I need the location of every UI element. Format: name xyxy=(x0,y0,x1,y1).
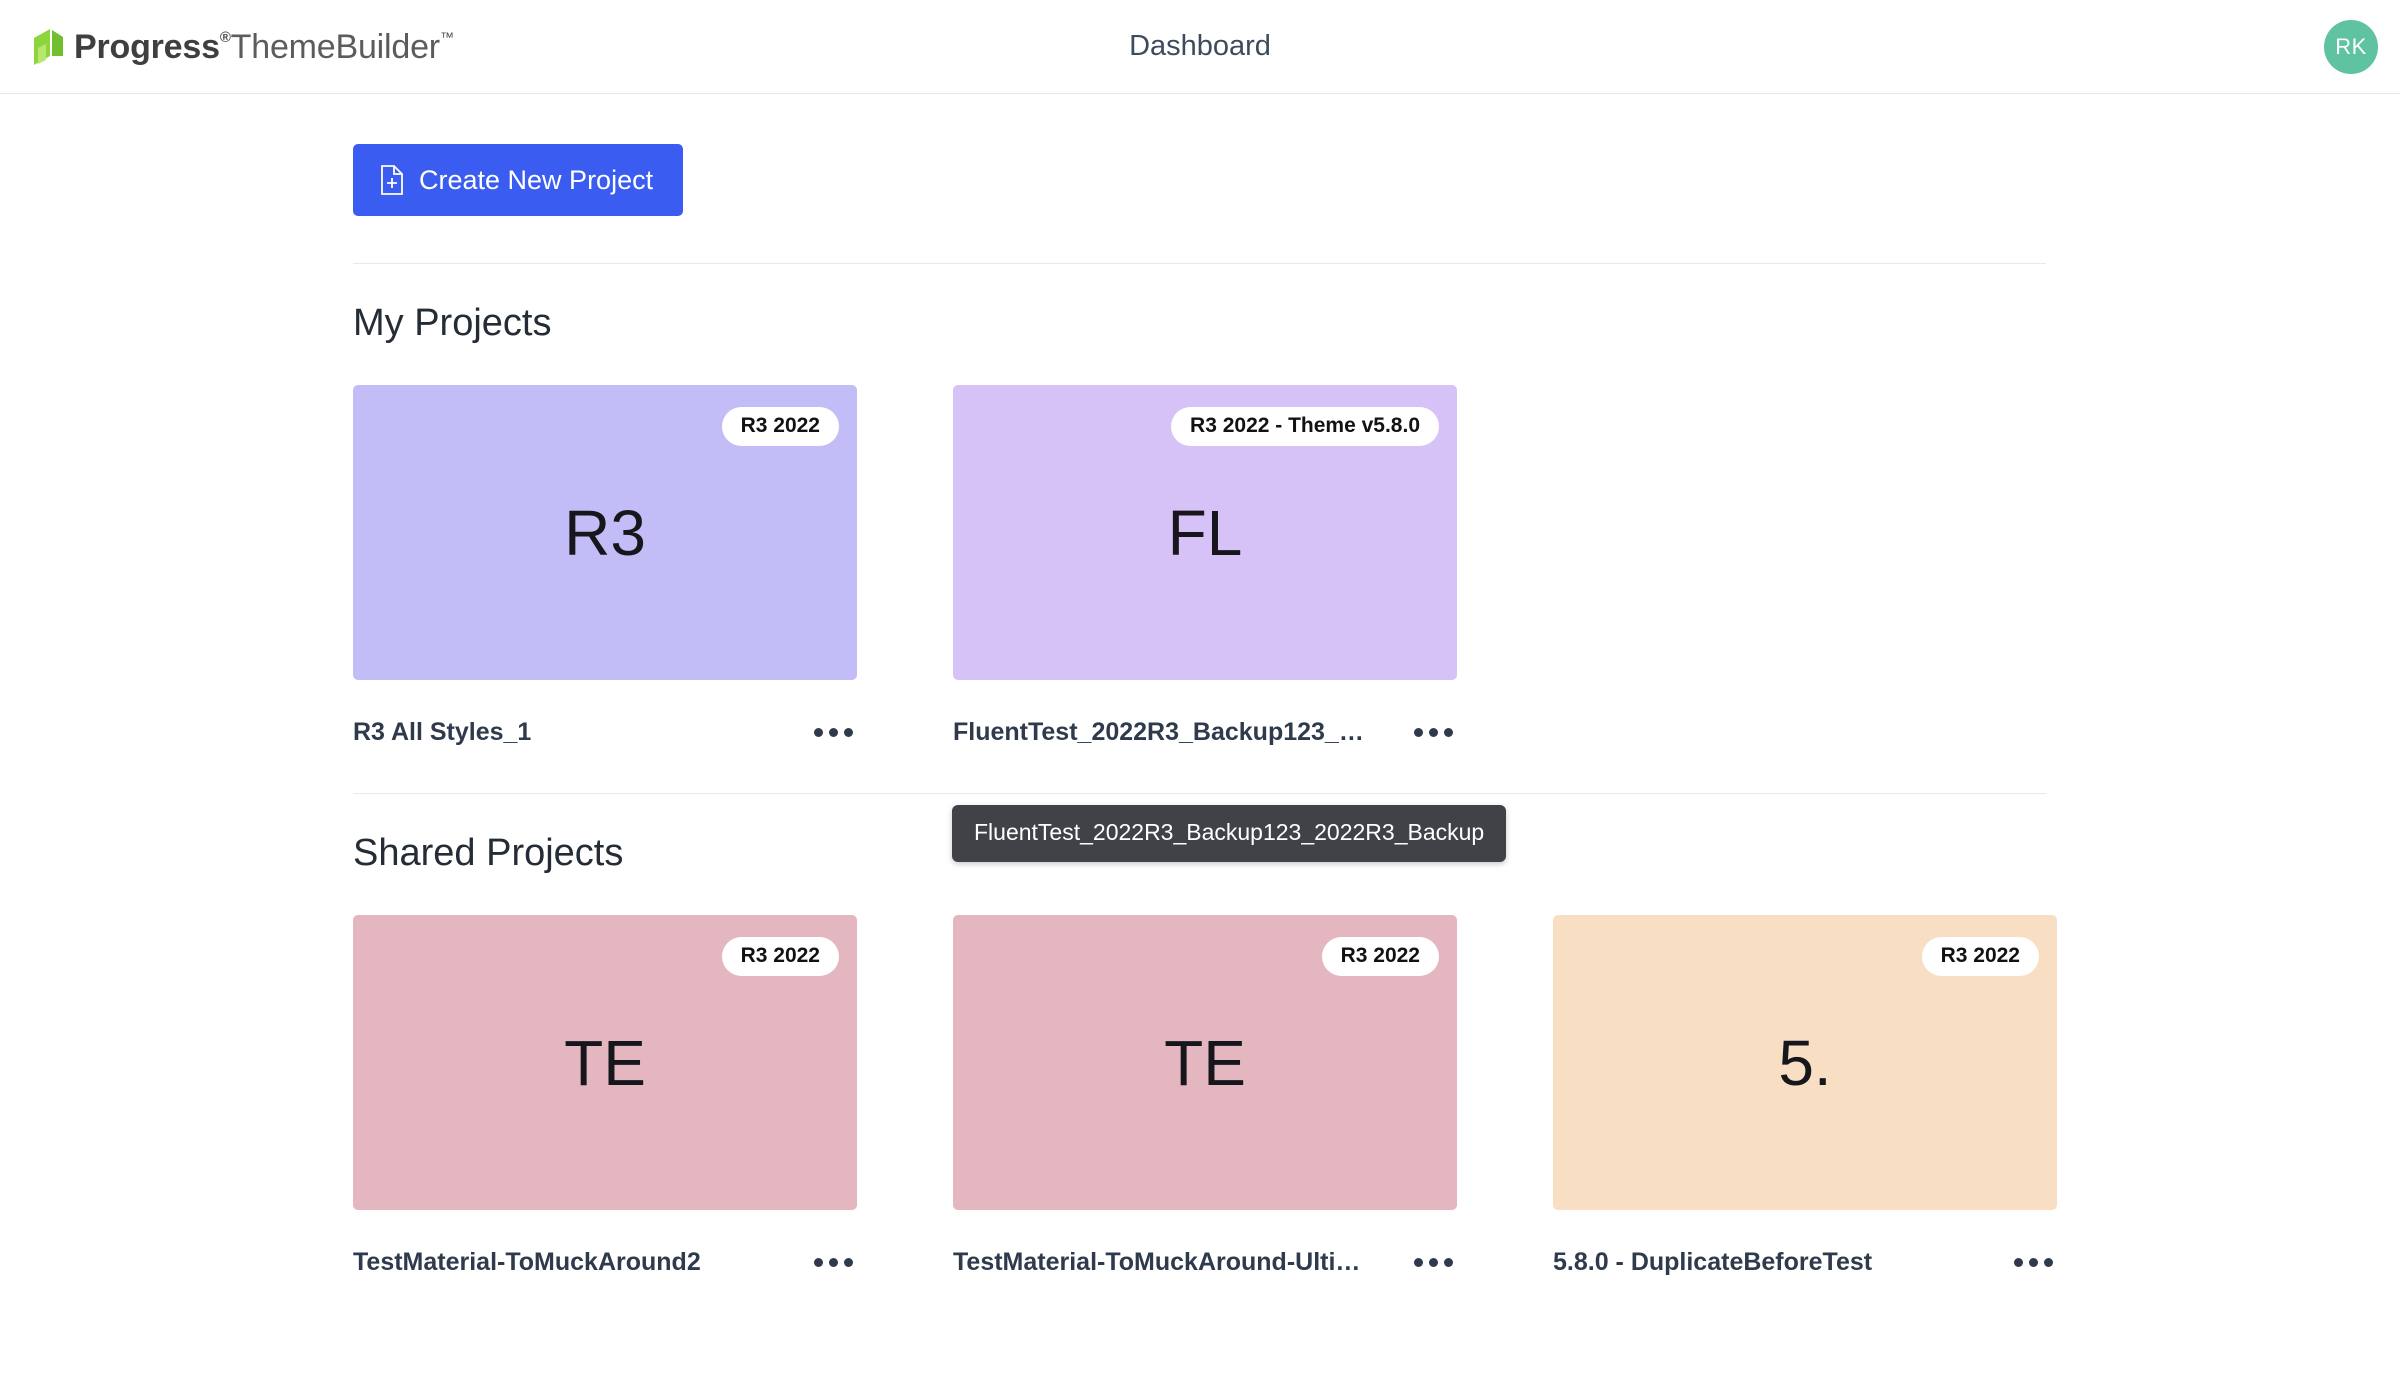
version-badge: R3 2022 - Theme v5.8.0 xyxy=(1171,407,1439,446)
divider-middle xyxy=(353,793,2046,794)
app-header: Progress®ThemeBuilder™ Dashboard RK xyxy=(0,0,2400,94)
project-card: R3 2022 TE TestMaterial-ToMuckAround2 xyxy=(353,915,857,1277)
project-thumbnail[interactable]: R3 2022 - Theme v5.8.0 FL xyxy=(953,385,1457,680)
project-more-options-button[interactable] xyxy=(810,1248,857,1277)
project-more-options-button[interactable] xyxy=(810,718,857,747)
file-plus-icon xyxy=(379,165,405,195)
version-badge: R3 2022 xyxy=(1922,937,2039,976)
brand-themebuilder-text: ThemeBuilder xyxy=(231,28,440,66)
brand-trademark-mark: ™ xyxy=(440,29,454,45)
project-more-options-button[interactable] xyxy=(2010,1248,2057,1277)
card-grid-my-projects: R3 2022 R3 R3 All Styles_1 R3 2022 - The… xyxy=(353,385,2400,747)
create-new-project-label: Create New Project xyxy=(419,165,653,196)
brand-progress-text: Progress xyxy=(74,28,220,66)
version-badge: R3 2022 xyxy=(722,937,839,976)
project-initials: 5. xyxy=(1778,1031,1831,1095)
card-grid-shared-projects: R3 2022 TE TestMaterial-ToMuckAround2 R3… xyxy=(353,915,2400,1277)
project-name: FluentTest_2022R3_Backup123_… xyxy=(953,718,1364,747)
version-badge: R3 2022 xyxy=(1322,937,1439,976)
divider-top xyxy=(353,263,2046,264)
project-name: TestMaterial-ToMuckAround2 xyxy=(353,1248,701,1277)
project-more-options-button[interactable] xyxy=(1410,718,1457,747)
section-title-my-projects: My Projects xyxy=(353,302,2400,345)
project-name: TestMaterial-ToMuckAround-Ulti… xyxy=(953,1248,1360,1277)
project-card: R3 2022 TE TestMaterial-ToMuckAround-Ult… xyxy=(953,915,1457,1277)
project-card: R3 2022 - Theme v5.8.0 FL FluentTest_202… xyxy=(953,385,1457,747)
project-thumbnail[interactable]: R3 2022 TE xyxy=(953,915,1457,1210)
project-thumbnail[interactable]: R3 2022 R3 xyxy=(353,385,857,680)
avatar[interactable]: RK xyxy=(2324,20,2378,74)
project-initials: R3 xyxy=(564,501,646,565)
brand-wordmark: Progress®ThemeBuilder™ xyxy=(74,30,454,64)
dashboard-body: Create New Project My Projects R3 2022 R… xyxy=(0,94,2400,1277)
version-badge: R3 2022 xyxy=(722,407,839,446)
progress-logo-icon xyxy=(30,28,64,66)
project-thumbnail[interactable]: R3 2022 TE xyxy=(353,915,857,1210)
project-more-options-button[interactable] xyxy=(1410,1248,1457,1277)
project-thumbnail[interactable]: R3 2022 5. xyxy=(1553,915,2057,1210)
brand-logo[interactable]: Progress®ThemeBuilder™ xyxy=(30,28,454,66)
project-name: 5.8.0 - DuplicateBeforeTest xyxy=(1553,1248,1872,1277)
project-card-footer: FluentTest_2022R3_Backup123_… xyxy=(953,718,1457,747)
brand-registered-mark: ® xyxy=(220,29,231,46)
project-name: R3 All Styles_1 xyxy=(353,718,531,747)
project-initials: TE xyxy=(564,1031,646,1095)
create-new-project-button[interactable]: Create New Project xyxy=(353,144,683,216)
project-card-footer: TestMaterial-ToMuckAround-Ulti… xyxy=(953,1248,1457,1277)
project-initials: FL xyxy=(1168,501,1243,565)
project-name-tooltip: FluentTest_2022R3_Backup123_2022R3_Backu… xyxy=(952,805,1506,862)
project-card-footer: 5.8.0 - DuplicateBeforeTest xyxy=(1553,1248,2057,1277)
project-card-footer: R3 All Styles_1 xyxy=(353,718,857,747)
project-card: R3 2022 5. 5.8.0 - DuplicateBeforeTest xyxy=(1553,915,2057,1277)
project-initials: TE xyxy=(1164,1031,1246,1095)
project-card-footer: TestMaterial-ToMuckAround2 xyxy=(353,1248,857,1277)
project-card: R3 2022 R3 R3 All Styles_1 xyxy=(353,385,857,747)
